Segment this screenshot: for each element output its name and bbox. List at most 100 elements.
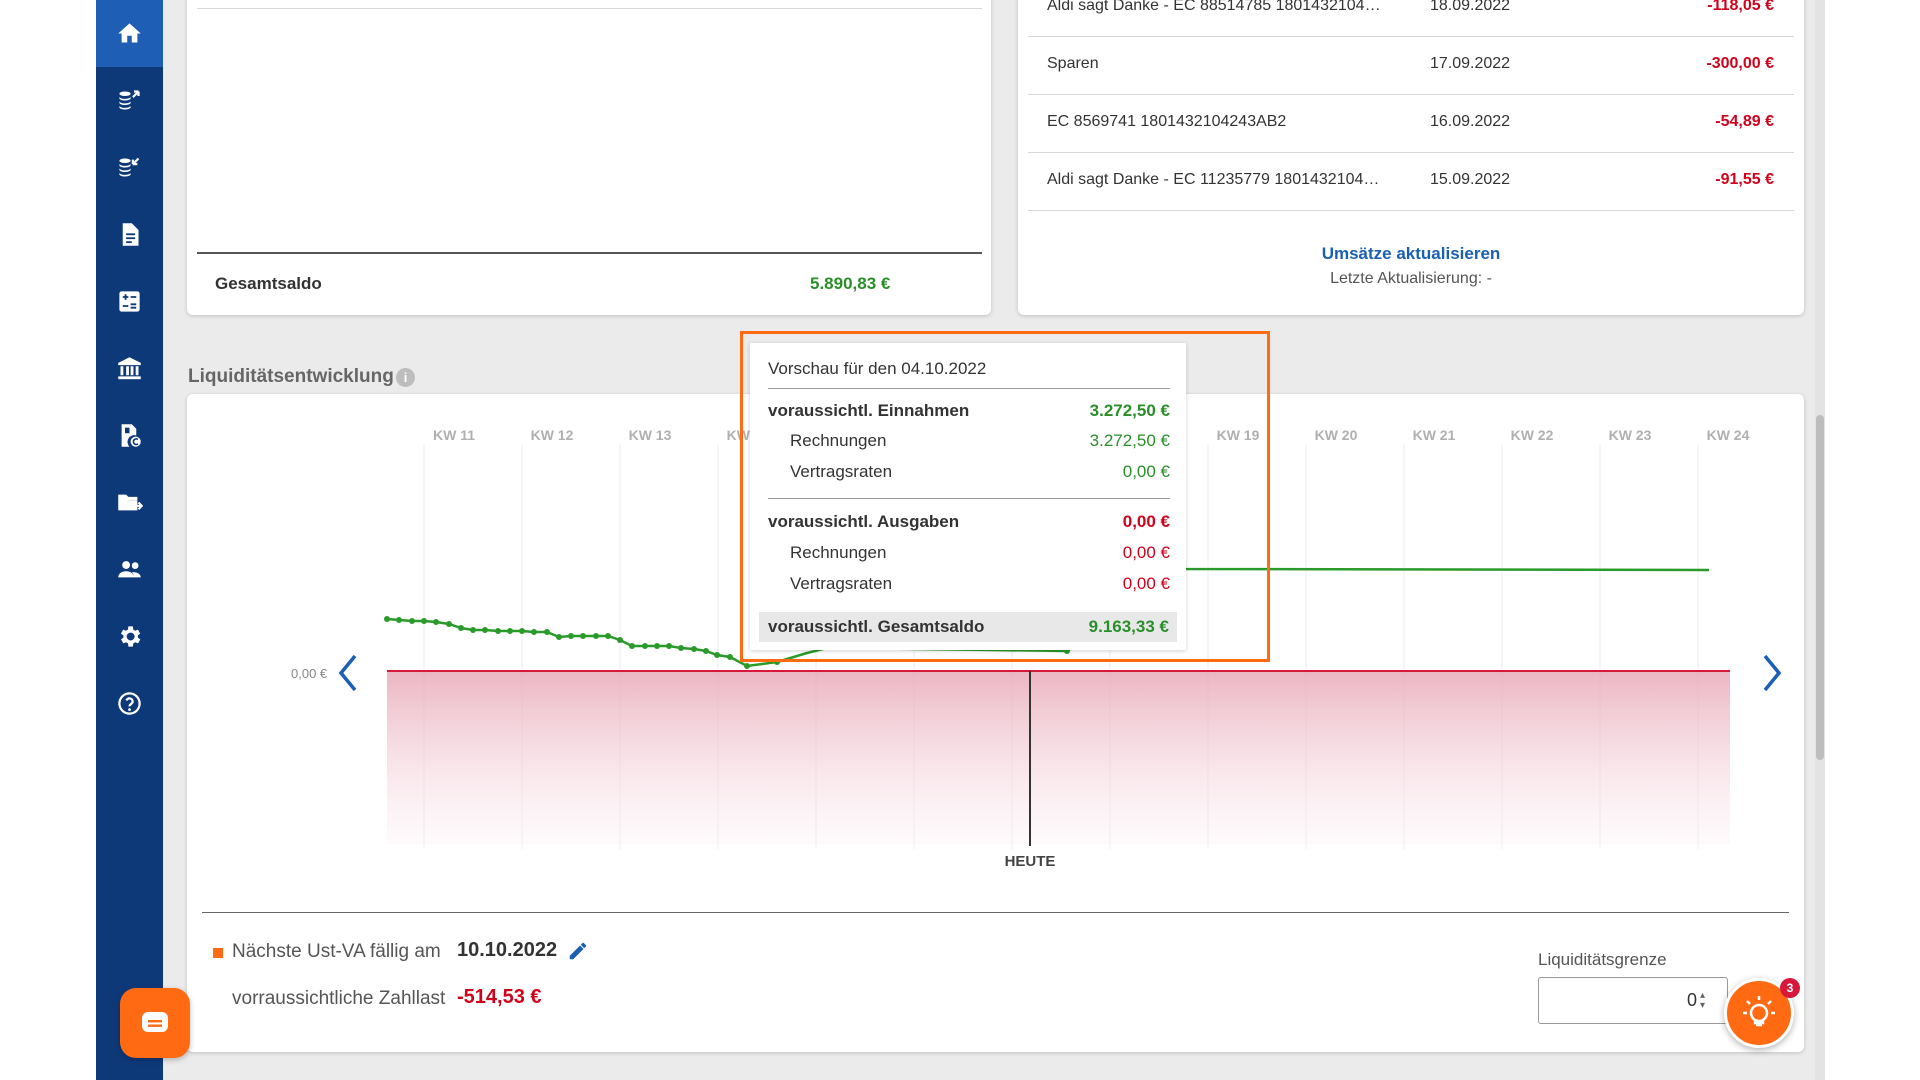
transaction-date: 15.09.2022 <box>1430 171 1511 188</box>
data-point[interactable] <box>642 643 648 649</box>
data-point[interactable] <box>593 633 599 639</box>
data-point[interactable] <box>421 618 427 624</box>
vat-date: 10.10.2022 <box>457 939 558 961</box>
tooltip-divider <box>768 498 1170 499</box>
data-point[interactable] <box>482 627 488 633</box>
data-point[interactable] <box>678 645 684 651</box>
footer-divider <box>202 912 1789 913</box>
total-label: Gesamtsaldo <box>215 274 322 293</box>
week-tick-label: KW 11 <box>433 427 475 443</box>
week-tick-label: KW 21 <box>1413 427 1456 443</box>
coins-out-icon <box>119 90 140 110</box>
pencil-icon <box>569 942 587 960</box>
data-point[interactable] <box>544 629 550 635</box>
sidebar-item-expenses[interactable] <box>96 67 163 134</box>
data-point[interactable] <box>396 617 402 623</box>
chat-button[interactable] <box>120 988 190 1058</box>
people-icon <box>118 561 141 578</box>
today-label: HEUTE <box>1004 853 1056 870</box>
tooltip-row-income-invoices: Rechnungen 3.272,50 € <box>790 431 1170 450</box>
total-divider <box>197 252 982 254</box>
data-point[interactable] <box>458 625 464 631</box>
data-point[interactable] <box>556 634 562 640</box>
data-point[interactable] <box>446 621 452 627</box>
data-point[interactable] <box>727 654 733 660</box>
sidebar-item-home[interactable] <box>96 0 163 67</box>
tips-badge: 3 <box>1780 978 1800 998</box>
row-divider <box>1028 36 1794 37</box>
data-point[interactable] <box>384 616 390 622</box>
transaction-amount: -300,00 € <box>1706 55 1774 72</box>
transaction-text: Aldi sagt Danke - EC 11235779 1801432104… <box>1047 171 1380 188</box>
data-point[interactable] <box>470 627 476 633</box>
data-point[interactable] <box>495 628 501 634</box>
accounts-card: Gesamtsaldo 5.890,83 € <box>187 0 991 315</box>
week-tick-label: KW 23 <box>1609 427 1652 443</box>
sidebar-item-settings[interactable] <box>96 603 163 670</box>
transactions-card: Aldi sagt Danke - EC 88514785 1801432104… <box>1018 0 1804 315</box>
sidebar-item-calculator[interactable] <box>96 268 163 335</box>
data-point[interactable] <box>531 629 537 635</box>
home-icon <box>118 23 141 43</box>
tooltip-row-income-contracts: Vertragsraten 0,00 € <box>790 462 1170 481</box>
data-point[interactable] <box>580 633 586 639</box>
data-point[interactable] <box>519 628 525 634</box>
info-icon[interactable]: i <box>396 368 415 387</box>
data-point[interactable] <box>568 633 574 639</box>
tooltip-row-income: voraussichtl. Einnahmen 3.272,50 € <box>768 401 1170 420</box>
sidebar-item-contacts[interactable] <box>96 536 163 603</box>
scrollbar-thumb[interactable] <box>1816 415 1824 760</box>
data-point[interactable] <box>703 648 709 654</box>
refresh-transactions-link[interactable]: Umsätze aktualisieren <box>1018 244 1804 264</box>
chart-tooltip: Vorschau für den 04.10.2022 voraussichtl… <box>750 343 1186 650</box>
chart-next-button[interactable] <box>1759 650 1785 696</box>
folder-export-icon <box>118 494 143 511</box>
transaction-date: 18.09.2022 <box>1430 0 1511 14</box>
week-tick-label: KW 12 <box>531 427 574 443</box>
zero-axis-label: 0,00 € <box>291 666 328 681</box>
tooltip-divider <box>768 388 1170 389</box>
data-point[interactable] <box>409 618 415 624</box>
chart-prev-button[interactable] <box>335 650 361 696</box>
tooltip-row-expense-contracts: Vertragsraten 0,00 € <box>790 574 1170 593</box>
stepper-icon[interactable]: ▴ ▾ <box>1700 991 1705 1011</box>
data-point[interactable] <box>714 652 720 658</box>
chevron-left-icon <box>338 654 357 692</box>
total-value: 5.890,83 € <box>810 274 891 293</box>
sidebar <box>96 0 163 1080</box>
divider <box>197 8 982 9</box>
sidebar-item-bank[interactable] <box>96 335 163 402</box>
week-tick-label: KW 24 <box>1707 427 1750 443</box>
tooltip-row-expense: voraussichtl. Ausgaben 0,00 € <box>768 512 1170 531</box>
data-point[interactable] <box>617 637 623 643</box>
payable-label: vorraussichtliche Zahllast <box>232 988 446 1009</box>
tooltip-title: Vorschau für den 04.10.2022 <box>768 359 987 378</box>
data-point[interactable] <box>605 633 611 639</box>
transaction-date: 17.09.2022 <box>1430 55 1511 72</box>
tax-document-icon <box>121 424 141 447</box>
data-point[interactable] <box>744 663 750 669</box>
row-divider <box>1028 94 1794 95</box>
data-point[interactable] <box>654 643 660 649</box>
data-point[interactable] <box>666 643 672 649</box>
data-point[interactable] <box>691 646 697 652</box>
lightbulb-icon <box>1743 996 1775 1027</box>
negative-area <box>387 671 1730 844</box>
chat-icon <box>142 1012 168 1032</box>
data-point[interactable] <box>629 643 635 649</box>
row-divider <box>1028 210 1794 211</box>
data-point[interactable] <box>433 619 439 625</box>
help-icon <box>118 692 141 715</box>
sidebar-item-export[interactable] <box>96 469 163 536</box>
tooltip-row-total: voraussichtl. Gesamtsaldo 9.163,33 € <box>759 612 1177 642</box>
data-point[interactable] <box>507 628 513 634</box>
edit-vat-date-button[interactable] <box>567 940 589 962</box>
vat-marker-legend <box>213 948 223 958</box>
sidebar-item-help[interactable] <box>96 670 163 737</box>
sidebar-item-income[interactable] <box>96 134 163 201</box>
sidebar-item-tax[interactable] <box>96 402 163 469</box>
tooltip-row-expense-invoices: Rechnungen 0,00 € <box>790 543 1170 562</box>
week-tick-label: KW 20 <box>1315 427 1358 443</box>
document-icon <box>122 223 139 246</box>
sidebar-item-documents[interactable] <box>96 201 163 268</box>
